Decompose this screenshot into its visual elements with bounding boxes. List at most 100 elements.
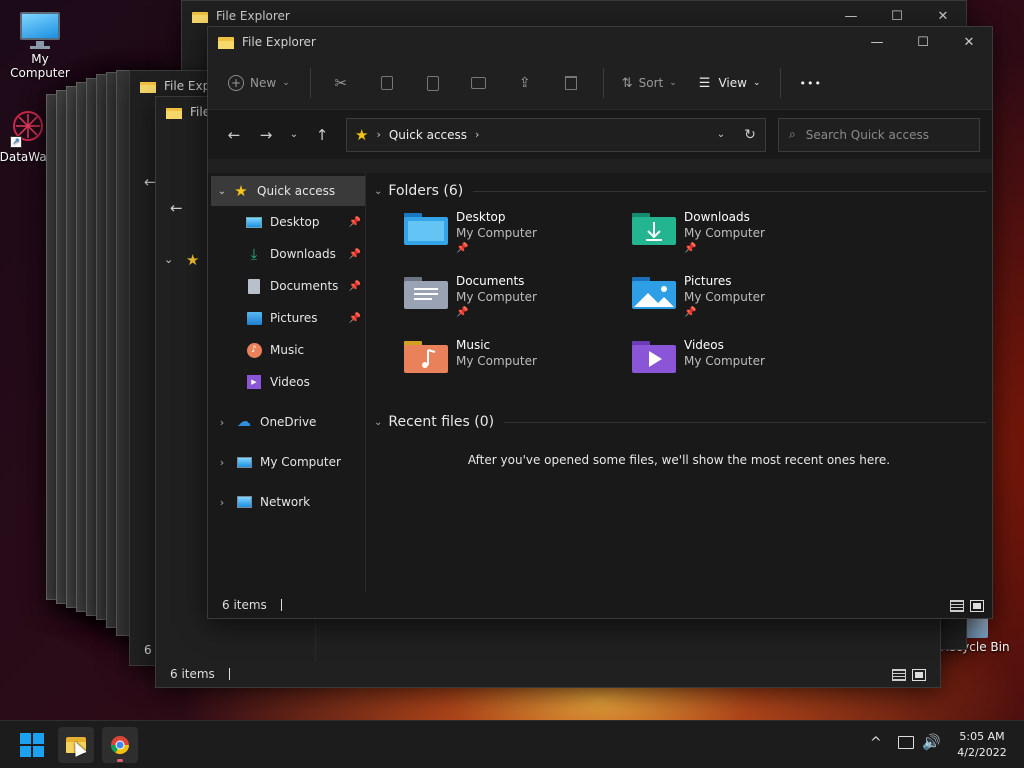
monitor-icon — [18, 10, 62, 50]
breadcrumb-location[interactable]: Quick access — [389, 128, 467, 142]
chevron-down-icon[interactable]: ⌄ — [164, 253, 173, 266]
sort-label: Sort — [638, 76, 664, 90]
copy-button[interactable] — [369, 67, 405, 99]
cut-button[interactable]: ✂ — [323, 67, 359, 99]
search-placeholder: Search Quick access — [805, 127, 929, 142]
nav-item-network[interactable]: › Network — [208, 486, 365, 518]
forward-button[interactable]: → — [250, 119, 282, 151]
folders-section-header[interactable]: ⌄ Folders (6) — [366, 175, 992, 201]
taskbar: ^ 🔊 5:05 AM 4/2/2022 — [0, 720, 1024, 768]
folder-tile-desktop[interactable]: Desktop My Computer 📌 — [404, 209, 624, 265]
refresh-icon[interactable]: ↻ — [735, 127, 765, 143]
nav-item-downloads[interactable]: ⤓ Downloads 📌 — [208, 238, 365, 270]
chevron-down-icon[interactable]: ⌄ — [211, 186, 233, 197]
minimize-button[interactable]: — — [854, 27, 900, 57]
folder-icon — [166, 106, 182, 119]
chevron-right-icon[interactable]: › — [208, 416, 236, 429]
nav-item-videos[interactable]: ▶ Videos — [208, 366, 365, 398]
explorer-window[interactable]: File Explorer — ☐ ✕ + New ⌄ ✂ ⇪ ⇅ Sort ⌄… — [207, 26, 993, 619]
network-icon — [236, 494, 252, 510]
pin-icon[interactable]: 📌 — [349, 217, 361, 228]
recent-locations-button[interactable]: ⌄ — [282, 119, 306, 151]
pin-icon[interactable]: 📌 — [349, 249, 361, 260]
recent-files-section-header[interactable]: ⌄ Recent files (0) — [366, 407, 992, 437]
maximize-button[interactable]: ☐ — [900, 27, 946, 57]
recent-files-empty-message: After you've opened some files, we'll sh… — [467, 453, 891, 467]
more-button[interactable]: ••• — [793, 67, 827, 99]
chevron-down-icon: ⌄ — [289, 129, 299, 140]
trash-icon — [564, 76, 577, 90]
sort-button[interactable]: ⇅ Sort ⌄ — [616, 67, 683, 99]
status-bar: 6 items — [156, 661, 940, 687]
folder-location: My Computer — [684, 354, 765, 368]
details-view-icon[interactable] — [892, 669, 906, 681]
paste-button[interactable] — [415, 67, 451, 99]
folder-tile-videos[interactable]: Videos My Computer — [632, 337, 852, 393]
nav-item-label: Downloads — [270, 247, 336, 261]
sort-icon: ⇅ — [621, 75, 633, 91]
volume-icon[interactable]: 🔊 — [922, 733, 941, 751]
window-title: File Explorer — [242, 35, 316, 49]
back-button[interactable]: ← — [218, 119, 250, 151]
nav-item-music[interactable]: ♪ Music — [208, 334, 365, 366]
video-icon: ▶ — [246, 374, 262, 390]
downloads-folder-icon — [632, 213, 676, 245]
close-button[interactable]: ✕ — [946, 27, 992, 57]
search-input[interactable]: ⌕ Search Quick access — [778, 117, 980, 152]
nav-item-pictures[interactable]: Pictures 📌 — [208, 302, 365, 334]
chevron-down-icon[interactable]: ⌄ — [374, 417, 382, 428]
new-button[interactable]: + New ⌄ — [222, 67, 296, 99]
folder-icon — [218, 36, 234, 49]
clock-time: 5:05 AM — [959, 730, 1005, 743]
tiles-view-icon[interactable] — [912, 669, 926, 681]
folder-name: Desktop — [456, 210, 506, 224]
tray-overflow-icon[interactable]: ^ — [870, 735, 882, 751]
chevron-right-icon[interactable]: › — [208, 456, 236, 469]
chevron-down-icon[interactable]: ⌄ — [707, 129, 735, 140]
pin-icon[interactable]: 📌 — [349, 313, 361, 324]
desktop-icon-my-computer[interactable]: My Computer — [2, 10, 78, 80]
view-button[interactable]: ☰ View ⌄ — [693, 67, 767, 99]
back-arrow-icon[interactable]: ← — [170, 199, 183, 217]
datawag-icon: ↗ — [10, 108, 46, 148]
network-status-icon[interactable] — [898, 736, 914, 749]
folder-location: My Computer — [456, 226, 537, 240]
status-count: 6 items — [170, 667, 215, 681]
chevron-down-icon: ⌄ — [282, 78, 290, 88]
nav-item-quick-access[interactable]: ⌄ ★ Quick access — [211, 176, 365, 206]
nav-item-my-computer[interactable]: › My Computer — [208, 446, 365, 478]
star-icon: ★ — [186, 251, 200, 269]
command-bar: + New ⌄ ✂ ⇪ ⇅ Sort ⌄ ☰ View ⌄ ••• — [208, 57, 992, 109]
up-button[interactable]: ↑ — [306, 119, 338, 151]
arrow-right-icon: → — [259, 125, 273, 144]
address-bar[interactable]: ★ › Quick access › ⌄ ↻ — [346, 117, 766, 152]
title-bar[interactable]: File Explorer — ☐ ✕ — [208, 27, 992, 57]
window-title: File Explorer — [216, 9, 290, 23]
share-icon: ⇪ — [518, 75, 531, 91]
chevron-right-icon[interactable]: › — [208, 496, 236, 509]
folder-tile-music[interactable]: Music My Computer — [404, 337, 624, 393]
share-button[interactable]: ⇪ — [507, 67, 543, 99]
taskbar-file-explorer[interactable] — [58, 727, 94, 763]
nav-item-desktop[interactable]: Desktop 📌 — [208, 206, 365, 238]
delete-button[interactable] — [553, 67, 589, 99]
nav-item-documents[interactable]: Documents 📌 — [208, 270, 365, 302]
taskbar-chrome[interactable] — [102, 727, 138, 763]
music-icon: ♪ — [246, 342, 262, 358]
start-button[interactable] — [14, 727, 50, 763]
rename-icon — [471, 77, 487, 89]
desktop-icon — [246, 214, 262, 230]
folder-location: My Computer — [456, 354, 537, 368]
clock[interactable]: 5:05 AM 4/2/2022 — [944, 729, 1020, 761]
rename-button[interactable] — [461, 67, 497, 99]
folder-name: Downloads — [684, 210, 750, 224]
tiles-view-icon[interactable] — [970, 600, 984, 612]
folder-tile-pictures[interactable]: Pictures My Computer 📌 — [632, 273, 852, 329]
folder-tile-documents[interactable]: Documents My Computer 📌 — [404, 273, 624, 329]
chevron-down-icon[interactable]: ⌄ — [374, 186, 382, 197]
details-view-icon[interactable] — [950, 600, 964, 612]
folder-tile-downloads[interactable]: Downloads My Computer 📌 — [632, 209, 852, 265]
pin-icon[interactable]: 📌 — [349, 281, 361, 292]
scissors-icon: ✂ — [334, 74, 348, 92]
nav-item-onedrive[interactable]: › ☁ OneDrive — [208, 406, 365, 438]
